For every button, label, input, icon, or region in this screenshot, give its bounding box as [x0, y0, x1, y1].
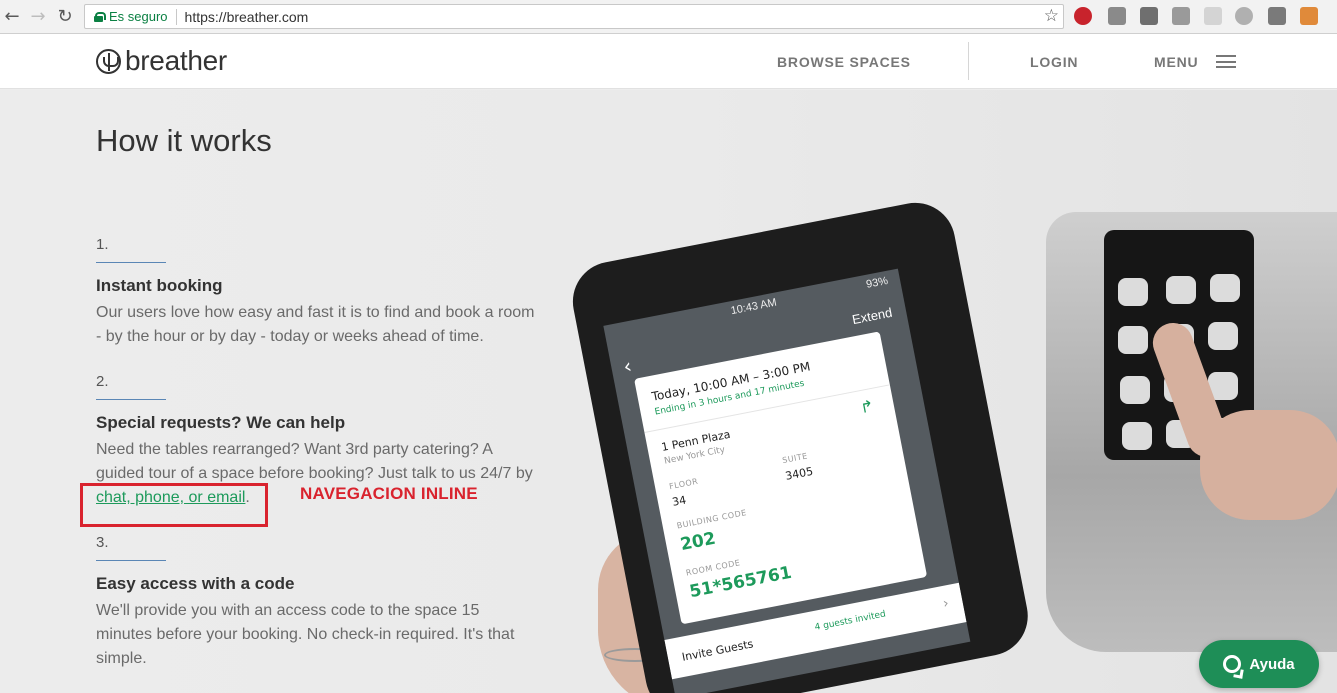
extension-icon[interactable] [1300, 7, 1318, 25]
floor-label: FLOOR [668, 476, 700, 492]
extension-icon[interactable] [1204, 7, 1222, 25]
lock-icon [94, 11, 106, 22]
booking-card: Today, 10:00 AM – 3:00 PM Ending in 3 ho… [634, 331, 928, 625]
phone-screen: 10:43 AM 93% ‹ Extend Today, 10:00 AM – … [603, 268, 971, 693]
bookmark-star-icon[interactable]: ☆ [1044, 6, 1059, 26]
step-number: 3. [96, 534, 109, 551]
address-bar[interactable]: Es seguro https://breather.com ☆ [84, 4, 1064, 29]
secure-label: Es seguro [109, 9, 168, 24]
help-chat-button[interactable]: Ayuda [1199, 640, 1319, 688]
browser-toolbar: ← → ↻ Es seguro https://breather.com ☆ [0, 0, 1337, 34]
extension-off-icon[interactable] [1108, 7, 1126, 25]
step-title: Special requests? We can help [96, 413, 346, 432]
skype-extension-icon[interactable] [1235, 7, 1253, 25]
step-divider [96, 560, 166, 561]
step-title: Easy access with a code [96, 574, 295, 593]
invite-guests-label: Invite Guests [680, 637, 755, 664]
phone-time: 10:43 AM [729, 296, 778, 318]
step-description: Our users love how easy and fast it is t… [96, 304, 535, 345]
omnibox-divider [175, 8, 177, 25]
back-icon[interactable]: ← [2, 6, 22, 27]
suite-label: SUITE [781, 451, 809, 466]
extension-icon[interactable] [1140, 7, 1158, 25]
step-number: 2. [96, 373, 109, 390]
step-description: We'll provide you with an access code to… [96, 602, 515, 667]
suite-value: 3405 [784, 464, 815, 483]
url-text[interactable]: https://breather.com [185, 9, 309, 25]
extend-label: Extend [850, 304, 894, 328]
phone-status-bar: 10:43 AM 93% [603, 269, 901, 346]
floor-value: 34 [671, 493, 688, 509]
building-code-label: BUILDING CODE [676, 508, 748, 531]
forward-icon[interactable]: → [28, 6, 48, 27]
building-code: 202 [678, 528, 718, 556]
hand-photo [1200, 410, 1337, 520]
extension-icon[interactable] [1172, 7, 1190, 25]
chat-bubble-icon [1223, 655, 1242, 673]
breather-logo-icon[interactable] [96, 49, 121, 74]
step-divider [96, 399, 166, 400]
hamburger-menu-icon[interactable] [1216, 55, 1236, 68]
pinterest-extension-icon[interactable] [1074, 7, 1092, 25]
phone-battery: 93% [865, 274, 890, 291]
annotation-label: NAVEGACION INLINE [300, 484, 478, 503]
header-divider [968, 42, 969, 80]
extension-icon[interactable] [1268, 7, 1286, 25]
browse-spaces-link[interactable]: BROWSE SPACES [777, 54, 911, 70]
chevron-right-icon: › [941, 595, 951, 613]
annotation-highlight-box [80, 483, 268, 527]
step-title: Instant booking [96, 276, 223, 295]
help-label: Ayuda [1249, 655, 1295, 673]
back-arrow-icon: ‹ [621, 353, 634, 379]
phone-mockup: 10:43 AM 93% ‹ Extend Today, 10:00 AM – … [566, 195, 1035, 693]
guests-invited-count: 4 guests invited [813, 609, 887, 633]
page-title: How it works [96, 123, 272, 158]
step-divider [96, 262, 166, 263]
logo-text[interactable]: breather [125, 45, 227, 77]
step-description-text: Need the tables rearranged? Want 3rd par… [96, 441, 533, 482]
reload-icon[interactable]: ↻ [55, 6, 75, 27]
step-number: 1. [96, 236, 109, 253]
site-header: breather BROWSE SPACES LOGIN MENU [0, 34, 1337, 89]
login-link[interactable]: LOGIN [1030, 54, 1078, 70]
directions-icon: ↱ [858, 395, 876, 418]
menu-link[interactable]: MENU [1154, 54, 1198, 70]
how-it-works-section: How it works 1. Instant booking Our user… [0, 90, 1337, 693]
